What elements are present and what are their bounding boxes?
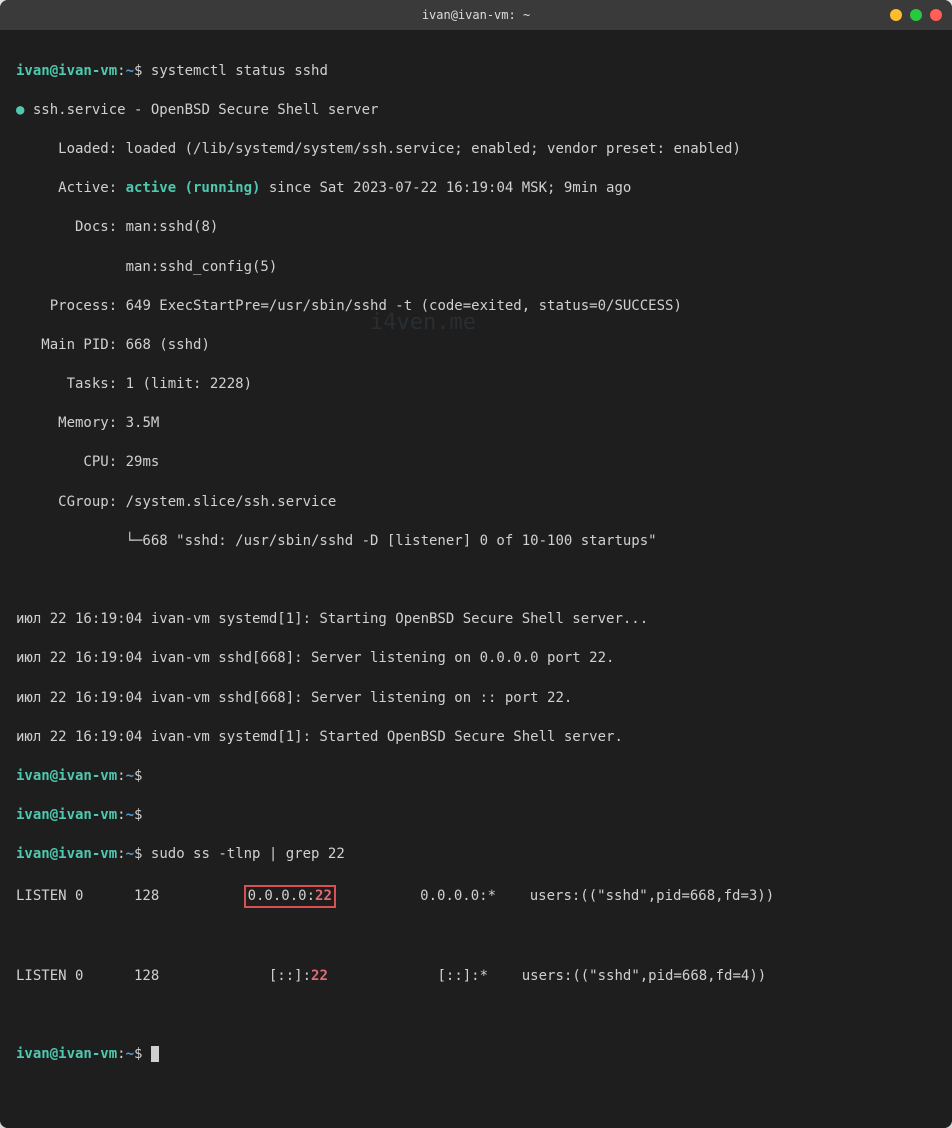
- active-status: active (running): [126, 180, 261, 196]
- output-line: Loaded: loaded (/lib/systemd/system/ssh.…: [16, 140, 936, 160]
- output-line: Process: 649 ExecStartPre=/usr/sbin/sshd…: [16, 297, 936, 317]
- output-line: Main PID: 668 (sshd): [16, 336, 936, 356]
- port-number: 22: [315, 888, 332, 904]
- output-line: Memory: 3.5M: [16, 414, 936, 434]
- prompt-line: ivan@ivan-vm:~$ systemctl status sshd: [16, 62, 936, 82]
- window-controls: [890, 9, 942, 21]
- port-number: 22: [311, 968, 328, 984]
- ss-output-row: LISTEN 0 128 [::]:22 [::]:* users:(("ssh…: [16, 967, 936, 987]
- prompt-line: ivan@ivan-vm:~$: [16, 767, 936, 787]
- prompt-line: ivan@ivan-vm:~$: [16, 806, 936, 826]
- prompt-path: ~: [126, 63, 134, 79]
- command-text: systemctl status sshd: [151, 63, 328, 79]
- prompt-user-host: ivan@ivan-vm: [16, 63, 117, 79]
- output-line: └─668 "sshd: /usr/sbin/sshd -D [listener…: [16, 532, 936, 552]
- blank-line: [16, 571, 936, 591]
- blank-line: [16, 928, 936, 948]
- ss-output-row: LISTEN 0 128 0.0.0.0:22 0.0.0.0:* users:…: [16, 885, 936, 909]
- output-line: CPU: 29ms: [16, 453, 936, 473]
- prompt-line: ivan@ivan-vm:~$: [16, 1045, 936, 1065]
- output-line: Tasks: 1 (limit: 2228): [16, 375, 936, 395]
- log-line: июл 22 16:19:04 ivan-vm sshd[668]: Serve…: [16, 689, 936, 709]
- output-line: Docs: man:sshd(8): [16, 218, 936, 238]
- window-title: ivan@ivan-vm: ~: [422, 8, 530, 22]
- highlighted-address: 0.0.0.0:22: [244, 885, 336, 909]
- cursor: [151, 1046, 159, 1062]
- close-icon[interactable]: [930, 9, 942, 21]
- command-text: sudo ss -tlnp | grep 22: [151, 846, 345, 862]
- output-line: ● ssh.service - OpenBSD Secure Shell ser…: [16, 101, 936, 121]
- output-line: CGroup: /system.slice/ssh.service: [16, 493, 936, 513]
- blank-line: [16, 1006, 936, 1026]
- prompt-line: ivan@ivan-vm:~$ sudo ss -tlnp | grep 22: [16, 845, 936, 865]
- minimize-icon[interactable]: [890, 9, 902, 21]
- maximize-icon[interactable]: [910, 9, 922, 21]
- titlebar: ivan@ivan-vm: ~: [0, 0, 952, 30]
- log-line: июл 22 16:19:04 ivan-vm systemd[1]: Star…: [16, 610, 936, 630]
- log-line: июл 22 16:19:04 ivan-vm sshd[668]: Serve…: [16, 649, 936, 669]
- log-line: июл 22 16:19:04 ivan-vm systemd[1]: Star…: [16, 728, 936, 748]
- output-line: Active: active (running) since Sat 2023-…: [16, 179, 936, 199]
- terminal-body[interactable]: ivan@ivan-vm:~$ systemctl status sshd ● …: [0, 30, 952, 1128]
- status-dot-icon: ●: [16, 102, 24, 118]
- terminal-window: ivan@ivan-vm: ~ ivan@ivan-vm:~$ systemct…: [0, 0, 952, 1128]
- output-line: man:sshd_config(5): [16, 258, 936, 278]
